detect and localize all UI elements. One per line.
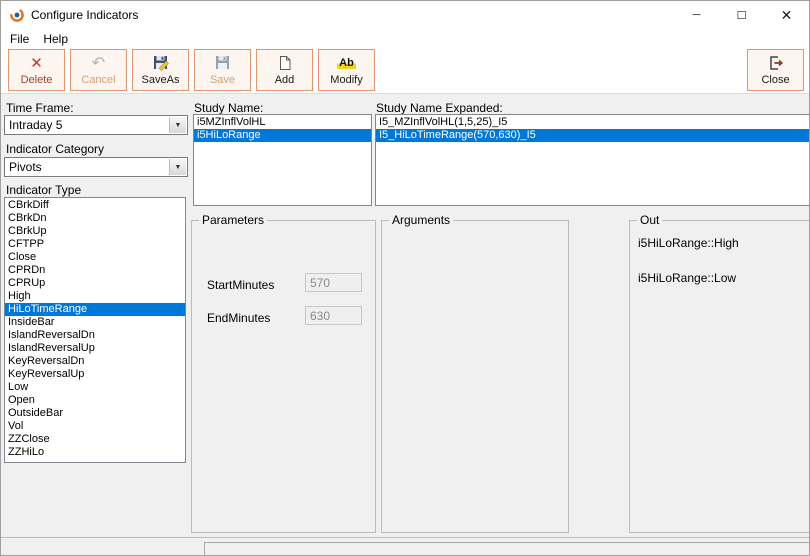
menu-help[interactable]: Help [36, 32, 75, 46]
save-button[interactable]: Save [194, 49, 251, 91]
list-item[interactable]: ZZClose [5, 433, 185, 446]
arguments-groupbox: Arguments [381, 220, 569, 533]
save-icon [215, 54, 231, 72]
end-minutes-label: EndMinutes [207, 311, 270, 325]
close-button[interactable]: Close [747, 49, 804, 91]
indicator-type-listbox[interactable]: CBrkDiffCBrkDnCBrkUpCFTPPCloseCPRDnCPRUp… [4, 197, 186, 463]
time-frame-value: Intraday 5 [9, 116, 62, 134]
list-item[interactable]: OutsideBar [5, 407, 185, 420]
parameters-groupbox: Parameters [191, 220, 376, 533]
close-window-button[interactable]: ✕ [764, 1, 809, 29]
save-as-button-label: SaveAs [142, 74, 180, 86]
list-item[interactable]: ZZHiLo [5, 446, 185, 459]
modify-ab-icon: Ab [337, 54, 356, 72]
list-item[interactable]: Open [5, 394, 185, 407]
time-frame-label: Time Frame: [6, 101, 74, 115]
delete-icon: ✕ [30, 54, 43, 72]
indicator-type-label: Indicator Type [6, 183, 81, 197]
undo-icon: ↶ [92, 54, 105, 72]
list-item[interactable]: HiLoTimeRange [5, 303, 185, 316]
list-item[interactable]: i5HiLoRange [194, 129, 371, 142]
time-frame-dropdown[interactable]: Intraday 5 ▼ [4, 115, 188, 135]
list-item[interactable]: KeyReversalUp [5, 368, 185, 381]
window-title: Configure Indicators [31, 8, 138, 22]
list-item[interactable]: IslandReversalUp [5, 342, 185, 355]
list-item[interactable]: CPRUp [5, 277, 185, 290]
list-item: i5HiLoRange::Low [638, 261, 739, 296]
study-name-expanded-listbox[interactable]: I5_MZInflVolHL(1,5,25)_I5I5_HiLoTimeRang… [375, 114, 810, 206]
configure-indicators-window: Configure Indicators ─ ☐ ✕ File Help ✕ D… [0, 0, 810, 556]
parameters-title: Parameters [199, 213, 267, 227]
menu-bar: File Help [1, 29, 809, 48]
list-item[interactable]: InsideBar [5, 316, 185, 329]
save-as-button[interactable]: SaveAs [132, 49, 189, 91]
list-item[interactable]: CFTPP [5, 238, 185, 251]
close-exit-icon [768, 54, 784, 72]
list-item[interactable]: CBrkDiff [5, 199, 185, 212]
study-name-expanded-label: Study Name Expanded: [376, 101, 503, 115]
chevron-down-icon[interactable]: ▼ [169, 159, 186, 175]
titlebar: Configure Indicators ─ ☐ ✕ [1, 1, 809, 29]
close-button-label: Close [761, 74, 789, 86]
list-item[interactable]: Low [5, 381, 185, 394]
list-item[interactable]: CBrkDn [5, 212, 185, 225]
start-minutes-input[interactable] [305, 273, 362, 292]
list-item[interactable]: I5_MZInflVolHL(1,5,25)_I5 [376, 116, 810, 129]
toolbar: ✕ Delete ↶ Cancel SaveAs [1, 48, 809, 94]
app-logo-icon [9, 7, 25, 23]
menu-file[interactable]: File [3, 32, 36, 46]
out-title: Out [637, 213, 662, 227]
list-item[interactable]: I5_HiLoTimeRange(570,630)_I5 [376, 129, 810, 142]
status-panel [204, 542, 810, 556]
minimize-button[interactable]: ─ [674, 1, 719, 29]
cancel-button-label: Cancel [81, 74, 115, 86]
add-button[interactable]: Add [256, 49, 313, 91]
new-document-icon [277, 54, 293, 72]
modify-button-label: Modify [330, 74, 362, 86]
list-item[interactable]: Close [5, 251, 185, 264]
study-name-label: Study Name: [194, 101, 263, 115]
list-item[interactable]: CBrkUp [5, 225, 185, 238]
list-item[interactable]: IslandReversalDn [5, 329, 185, 342]
list-item[interactable]: i5MZInflVolHL [194, 116, 371, 129]
arguments-title: Arguments [389, 213, 453, 227]
maximize-button[interactable]: ☐ [719, 1, 764, 29]
bottom-divider [1, 537, 809, 538]
cancel-button[interactable]: ↶ Cancel [70, 49, 127, 91]
indicator-category-label: Indicator Category [6, 142, 104, 156]
indicator-category-dropdown[interactable]: Pivots ▼ [4, 157, 188, 177]
out-list: i5HiLoRange::Highi5HiLoRange::Low [638, 226, 739, 296]
indicator-category-value: Pivots [9, 158, 42, 176]
add-button-label: Add [275, 74, 295, 86]
start-minutes-label: StartMinutes [207, 278, 274, 292]
modify-button[interactable]: Ab Modify [318, 49, 375, 91]
save-as-icon [153, 54, 169, 72]
list-item[interactable]: CPRDn [5, 264, 185, 277]
chevron-down-icon[interactable]: ▼ [169, 117, 186, 133]
study-name-listbox[interactable]: i5MZInflVolHLi5HiLoRange [193, 114, 372, 206]
list-item[interactable]: Vol [5, 420, 185, 433]
end-minutes-input[interactable] [305, 306, 362, 325]
delete-button[interactable]: ✕ Delete [8, 49, 65, 91]
save-button-label: Save [210, 74, 235, 86]
window-controls: ─ ☐ ✕ [674, 1, 809, 29]
list-item: i5HiLoRange::High [638, 226, 739, 261]
list-item[interactable]: KeyReversalDn [5, 355, 185, 368]
list-item[interactable]: High [5, 290, 185, 303]
delete-button-label: Delete [21, 74, 53, 86]
